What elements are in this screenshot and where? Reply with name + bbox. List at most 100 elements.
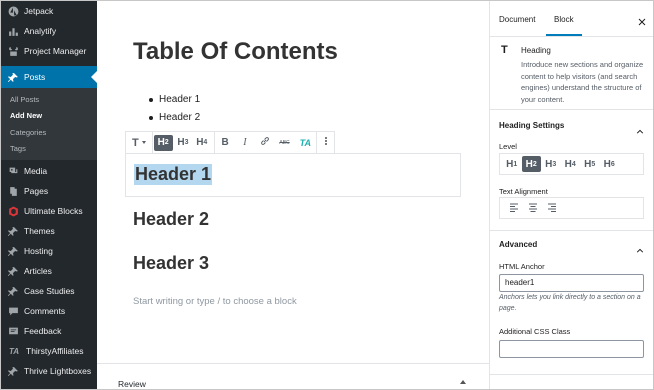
css-class-input[interactable] (499, 340, 644, 358)
submenu-categories[interactable]: Categories (10, 128, 46, 137)
toolbar-heading-2-button[interactable]: H2 (153, 134, 173, 151)
sidebar-item-case-studies[interactable]: Case Studies (1, 281, 97, 301)
sidebar-item-analytify[interactable]: Analytify (1, 21, 97, 41)
align-left-button[interactable] (504, 200, 523, 216)
align-center-button[interactable] (523, 200, 542, 216)
divider (490, 374, 653, 375)
level-letter: H (584, 158, 592, 170)
level-letter: H (177, 137, 185, 148)
level-number: 3 (184, 139, 189, 146)
sidebar-item-label: Case Studies (24, 286, 75, 296)
level-6-button[interactable]: H6 (600, 156, 620, 172)
toolbar-heading-4-button[interactable]: H4 (192, 132, 211, 153)
analytify-icon (7, 25, 19, 37)
pages-icon (7, 185, 19, 197)
feedback-icon (7, 325, 19, 337)
link-icon (260, 136, 270, 149)
tab-document[interactable]: Document (499, 1, 535, 36)
sidebar-item-label: Pages (24, 186, 49, 196)
sidebar-item-label: Ultimate Blocks (24, 206, 83, 216)
more-options-button[interactable] (317, 132, 334, 153)
close-icon[interactable] (637, 14, 647, 26)
level-5-button[interactable]: H5 (580, 156, 600, 172)
sidebar-item-label: Themes (24, 226, 55, 236)
heading-block[interactable]: Header 2 (133, 209, 209, 230)
jetpack-icon (7, 5, 19, 17)
html-anchor-input[interactable]: header1 (499, 274, 644, 292)
sidebar-item-thrive-lightboxes[interactable]: Thrive Lightboxes (1, 361, 97, 381)
sidebar-item-project-manager[interactable]: Project Manager (1, 41, 97, 61)
sidebar-item-posts[interactable]: Posts (1, 66, 97, 88)
sidebar-item-hosting[interactable]: Hosting (1, 241, 97, 261)
align-right-button[interactable] (542, 200, 561, 216)
table-of-contents-list: Header 1 Header 2 (149, 91, 200, 127)
sidebar-item-label: Project Manager (24, 46, 87, 56)
sidebar-item-themes[interactable]: Themes (1, 221, 97, 241)
level-1-button[interactable]: H1 (502, 156, 522, 172)
toolbar-heading-3-button[interactable]: H3 (174, 132, 193, 153)
sidebar-item-label: Hosting (24, 246, 53, 256)
level-number: 3 (552, 160, 557, 168)
sidebar-item-pages[interactable]: Pages (1, 181, 97, 201)
review-panel-title[interactable]: Review (118, 379, 146, 389)
sidebar-item-jetpack[interactable]: Jetpack (1, 1, 97, 21)
advanced-panel-toggle[interactable]: Advanced (490, 230, 653, 260)
panel-title: Heading Settings (499, 121, 565, 130)
level-letter: H (564, 158, 572, 170)
heading-text[interactable]: Header 1 (134, 164, 213, 185)
level-letter: H (545, 158, 553, 170)
pin-icon (7, 365, 19, 377)
sidebar-item-label: Posts (24, 72, 46, 82)
sidebar-item-comments[interactable]: Comments (1, 301, 97, 321)
comment-icon (7, 305, 19, 317)
heading-block[interactable]: Header 3 (133, 253, 209, 274)
toc-item[interactable]: Header 1 (149, 91, 200, 109)
caret-up-icon[interactable] (460, 380, 466, 384)
sidebar-item-feedback[interactable]: Feedback (1, 321, 97, 341)
sidebar-item-thirstyaffiliates[interactable]: TA ThirstyAffiliates (1, 341, 97, 361)
italic-button[interactable]: I (235, 132, 255, 153)
chevron-up-icon (636, 123, 644, 134)
sidebar-tabs: Document Block (490, 1, 653, 37)
tab-block[interactable]: Block (546, 1, 582, 36)
block-card-description: Introduce new sections and organize cont… (521, 60, 644, 104)
level-letter: H (196, 137, 204, 148)
sidebar-item-ultimate-blocks[interactable]: Ultimate Blocks (1, 201, 97, 221)
sidebar-item-media[interactable]: Media (1, 161, 97, 181)
submenu-all-posts[interactable]: All Posts (10, 95, 39, 104)
text-alignment-label: Text Alignment (499, 187, 548, 196)
link-button[interactable] (255, 132, 275, 153)
heading-settings-toggle[interactable]: Heading Settings (490, 111, 653, 141)
submenu-add-new[interactable]: Add New (10, 111, 42, 120)
block-appender-placeholder[interactable]: Start writing or type / to choose a bloc… (133, 296, 297, 307)
level-3-button[interactable]: H3 (541, 156, 561, 172)
sidebar-item-articles[interactable]: Articles (1, 261, 97, 281)
level-letter: H (157, 137, 165, 148)
block-type-switcher[interactable]: T (126, 132, 152, 153)
html-anchor-label: HTML Anchor (499, 262, 545, 271)
toc-item[interactable]: Header 2 (149, 109, 200, 127)
selected-heading-block[interactable]: Header 1 (125, 153, 461, 197)
bold-button[interactable]: B (215, 132, 235, 153)
pin-icon (7, 225, 19, 237)
thirstyaffiliates-link-button[interactable]: TA (294, 132, 316, 153)
sidebar-item-label: Articles (24, 266, 52, 276)
level-4-button[interactable]: H4 (561, 156, 581, 172)
sidebar-item-label: Jetpack (24, 6, 54, 16)
pin-icon (7, 285, 19, 297)
toolbar-divider (151, 132, 153, 153)
align-left-icon (509, 199, 519, 217)
level-2-button[interactable]: H2 (521, 156, 541, 172)
project-manager-icon (7, 45, 19, 57)
submenu-tags[interactable]: Tags (10, 144, 26, 153)
media-icon (7, 165, 19, 177)
level-number: 1 (513, 160, 518, 168)
alignment-toolbar (499, 197, 644, 219)
post-title[interactable]: Table Of Contents (133, 38, 338, 66)
align-center-icon (528, 199, 538, 217)
strikethrough-button[interactable]: ABC (275, 132, 295, 153)
html-anchor-help: Anchors lets you link directly to a sect… (499, 294, 641, 312)
pin-icon (7, 71, 19, 83)
sidebar-item-label: Feedback (24, 326, 62, 336)
editor-canvas: Table Of Contents Header 1 Header 2 T H2… (97, 1, 489, 389)
